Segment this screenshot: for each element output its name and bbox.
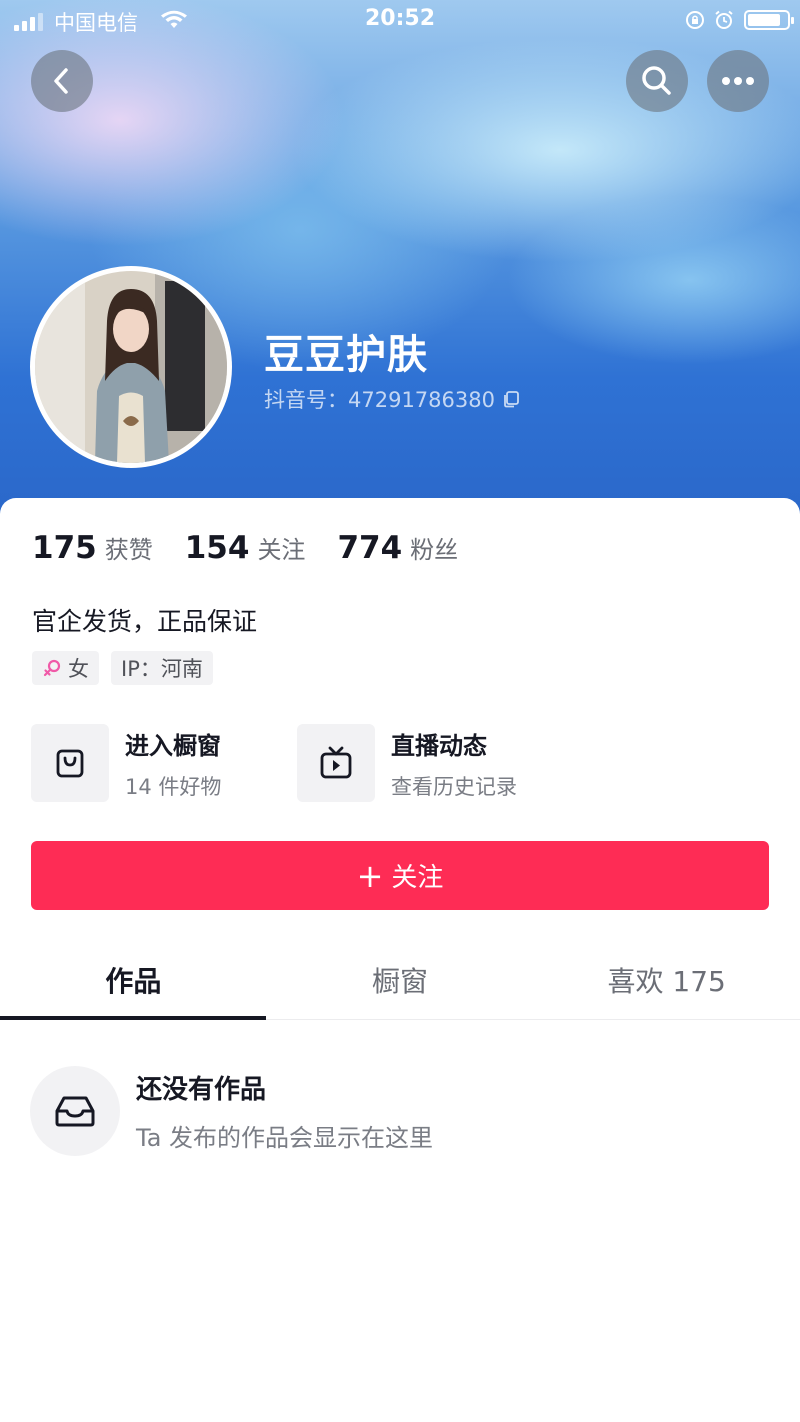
- gender-tag: 女: [32, 651, 99, 685]
- live-subtitle: 查看历史记录: [391, 774, 517, 799]
- clock: 20:52: [364, 6, 436, 31]
- showcase-entry[interactable]: 进入橱窗 14 件好物: [31, 724, 221, 802]
- showcase-title: 进入橱窗: [125, 731, 221, 760]
- female-icon: [43, 659, 61, 677]
- stat-value: 774: [337, 530, 403, 566]
- ip-label: IP：河南: [121, 657, 203, 681]
- tab-showcase[interactable]: 橱窗: [267, 946, 534, 1019]
- showcase-icon-box: [31, 724, 109, 802]
- more-dots-icon: [722, 77, 754, 85]
- empty-icon-circle: [30, 1066, 120, 1156]
- battery-level: [748, 14, 780, 26]
- live-tv-icon: [320, 746, 352, 779]
- showcase-subtitle: 14 件好物: [125, 774, 222, 799]
- avatar-image: [35, 271, 227, 463]
- stat-following[interactable]: 154 关注: [185, 530, 306, 566]
- stat-label: 关注: [257, 536, 306, 564]
- profile-name: 豆豆护肤: [264, 332, 428, 378]
- shopping-bag-icon: [56, 749, 84, 778]
- live-icon-box: [297, 724, 375, 802]
- stat-followers[interactable]: 774 粉丝: [337, 530, 458, 566]
- follow-button-label: 关注: [391, 863, 444, 893]
- empty-title: 还没有作品: [136, 1075, 267, 1105]
- status-bar: 中国电信 20:52: [0, 0, 800, 40]
- search-icon: [642, 66, 671, 95]
- battery-icon: [744, 10, 794, 30]
- profile-tags: 女 IP：河南: [32, 651, 225, 685]
- profile-bio: 官企发货，正品保证: [32, 607, 258, 636]
- stat-label: 获赞: [104, 536, 153, 564]
- gender-label: 女: [68, 657, 89, 681]
- tab-likes[interactable]: 喜欢 175: [533, 946, 800, 1019]
- empty-state: 还没有作品 Ta 发布的作品会显示在这里: [30, 1066, 433, 1156]
- chevron-left-icon: [54, 68, 68, 94]
- alarm-icon: [715, 10, 733, 29]
- avatar[interactable]: [30, 266, 232, 468]
- ip-tag: IP：河南: [111, 651, 213, 685]
- copy-icon[interactable]: [501, 389, 521, 409]
- follow-button[interactable]: + 关注: [31, 841, 769, 910]
- search-button[interactable]: [626, 50, 688, 112]
- inbox-tray-icon: [55, 1096, 95, 1127]
- douyin-id[interactable]: 抖音号：47291786380: [264, 384, 521, 414]
- live-entry[interactable]: 直播动态 查看历史记录: [297, 724, 517, 802]
- more-button[interactable]: [707, 50, 769, 112]
- douyin-id-text: 抖音号：47291786380: [264, 388, 495, 412]
- empty-subtitle: Ta 发布的作品会显示在这里: [136, 1124, 434, 1152]
- active-tab-indicator: [0, 1016, 266, 1020]
- stat-value: 154: [184, 530, 250, 566]
- stat-likes[interactable]: 175 获赞: [32, 530, 153, 566]
- rotation-lock-icon: [686, 11, 704, 29]
- back-button[interactable]: [31, 50, 93, 112]
- profile-stats: 175 获赞 154 关注 774 粉丝: [32, 530, 490, 566]
- stat-label: 粉丝: [410, 536, 459, 564]
- live-title: 直播动态: [391, 731, 487, 760]
- profile-tabs: 作品 橱窗 喜欢 175: [0, 946, 800, 1020]
- tab-works[interactable]: 作品: [0, 946, 267, 1019]
- stat-value: 175: [32, 530, 97, 566]
- plus-icon: +: [356, 856, 384, 895]
